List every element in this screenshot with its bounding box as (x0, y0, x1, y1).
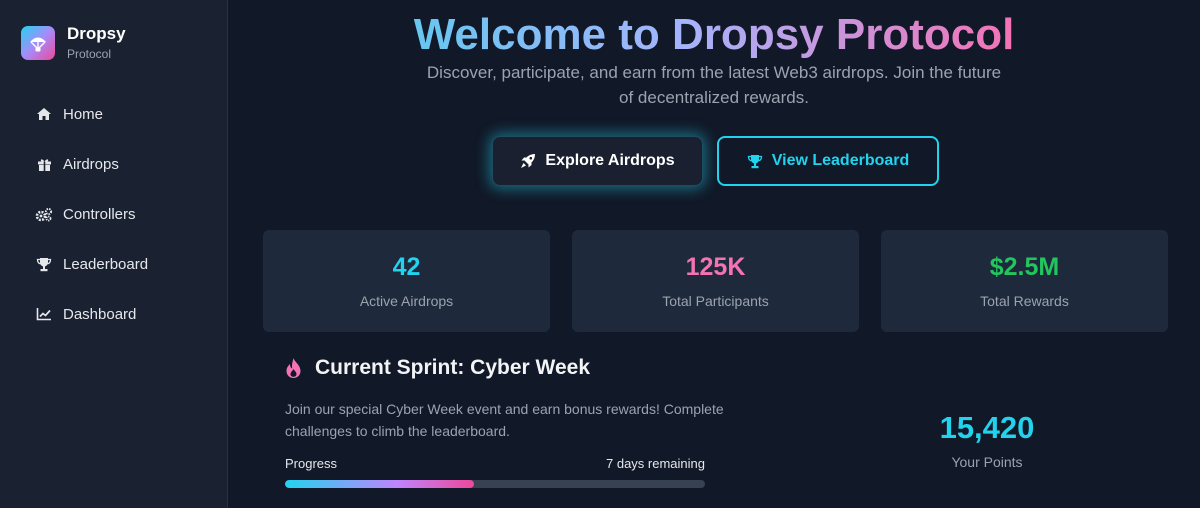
sprint-description: Join our special Cyber Week event and ea… (285, 401, 724, 439)
sidebar-nav: Home Airdrops Controllers Leaderboard Da… (0, 89, 227, 339)
points-value: 15,420 (939, 410, 1035, 445)
sidebar-item-home[interactable]: Home (0, 89, 227, 139)
sidebar-item-leaderboard[interactable]: Leaderboard (0, 239, 227, 289)
brand-subtitle: Protocol (67, 47, 112, 61)
stat-label: Total Rewards (980, 293, 1069, 309)
brand[interactable]: Dropsy Protocol (21, 24, 126, 62)
page-subtitle: Discover, participate, and earn from the… (426, 63, 1002, 107)
sidebar-item-label: Controllers (63, 205, 136, 223)
stat-value: $2.5M (989, 253, 1060, 281)
sidebar-item-airdrops[interactable]: Airdrops (0, 139, 227, 189)
home-icon (35, 106, 53, 122)
stat-card-total-rewards: $2.5M Total Rewards (881, 230, 1168, 332)
sidebar-item-controllers[interactable]: Controllers (0, 189, 227, 239)
trophy-icon (35, 256, 53, 272)
rocket-icon (520, 153, 536, 169)
explore-airdrops-label: Explore Airdrops (545, 152, 675, 169)
trophy-icon (747, 154, 763, 169)
stat-card-active-airdrops: 42 Active Airdrops (263, 230, 550, 332)
days-remaining: 7 days remaining (606, 456, 705, 471)
fire-icon (285, 357, 302, 379)
sprint-title: Current Sprint: Cyber Week (285, 356, 590, 380)
progress-header: Progress 7 days remaining (285, 456, 705, 471)
gift-icon (35, 156, 53, 172)
points-label: Your Points (951, 454, 1023, 470)
stat-value: 125K (685, 253, 746, 281)
sidebar-item-dashboard[interactable]: Dashboard (0, 289, 227, 339)
chart-line-icon (35, 306, 53, 322)
cogs-icon (35, 206, 53, 222)
parachute-icon (21, 26, 55, 60)
sidebar-item-label: Airdrops (63, 155, 119, 173)
progress-bar (285, 480, 705, 488)
main-content: Welcome to Dropsy Protocol Discover, par… (228, 0, 1200, 508)
stat-label: Total Participants (662, 293, 769, 309)
stat-label: Active Airdrops (359, 293, 454, 309)
sidebar-item-label: Leaderboard (63, 255, 149, 273)
sidebar-item-label: Home (63, 105, 104, 123)
view-leaderboard-button[interactable]: View Leaderboard (717, 136, 939, 186)
explore-airdrops-button[interactable]: Explore Airdrops (492, 136, 703, 186)
view-leaderboard-label: View Leaderboard (771, 152, 910, 169)
brand-name: Dropsy (67, 24, 126, 43)
progress-label: Progress (285, 456, 338, 471)
stat-value: 42 (392, 253, 421, 281)
sprint-title-text: Current Sprint: Cyber Week (315, 356, 590, 379)
page-title-text: Welcome to Dropsy Protocol (413, 10, 1015, 59)
progress-bar-fill (285, 480, 474, 488)
page-title: Welcome to Dropsy Protocol (228, 10, 1200, 60)
your-points: 15,420 Your Points (864, 410, 1110, 470)
sidebar: Dropsy Protocol Home Airdrops Controller… (0, 0, 228, 508)
sidebar-item-label: Dashboard (63, 305, 137, 323)
stat-card-total-participants: 125K Total Participants (572, 230, 859, 332)
